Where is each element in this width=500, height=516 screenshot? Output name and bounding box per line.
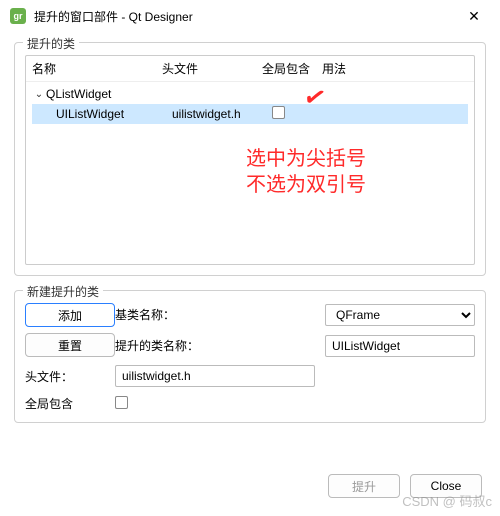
tree-parent-name: QListWidget	[46, 87, 162, 101]
app-icon	[10, 8, 26, 24]
global-include-checkbox[interactable]	[115, 396, 128, 409]
promoted-class-input[interactable]	[325, 335, 475, 357]
tree-row-child[interactable]: UIListWidget uilistwidget.h	[32, 104, 468, 124]
col-usage[interactable]: 用法	[322, 60, 468, 77]
label-global-include: 全局包含	[25, 395, 105, 412]
watermark: CSDN @ 码叔c	[402, 491, 492, 510]
promote-button: 提升	[328, 474, 400, 498]
promoted-classes-group: 提升的类 名称 头文件 全局包含 用法 ⌄ QListWidget UIList…	[14, 42, 486, 276]
tree-child-header: uilistwidget.h	[172, 107, 272, 121]
header-file-input[interactable]	[115, 365, 315, 387]
reset-button[interactable]: 重置	[25, 333, 115, 357]
label-promoted-class: 提升的类名称：	[115, 337, 315, 354]
tree-row-parent[interactable]: ⌄ QListWidget	[32, 84, 468, 104]
group-title-new: 新建提升的类	[23, 283, 103, 300]
col-global[interactable]: 全局包含	[262, 60, 322, 77]
label-base-class: 基类名称：	[115, 306, 315, 323]
tree-global-checkbox[interactable]	[272, 106, 285, 119]
add-button[interactable]: 添加	[25, 303, 115, 327]
group-title: 提升的类	[23, 35, 79, 52]
base-class-select[interactable]: QFrame	[325, 304, 475, 326]
annotation-text: 选中为尖括号 不选为双引号	[246, 146, 366, 198]
col-header[interactable]: 头文件	[162, 60, 262, 77]
close-icon[interactable]: ✕	[458, 0, 490, 32]
promoted-classes-tree[interactable]: 名称 头文件 全局包含 用法 ⌄ QListWidget UIListWidge…	[25, 55, 475, 265]
window-title: 提升的窗口部件 - Qt Designer	[34, 8, 458, 25]
chevron-down-icon[interactable]: ⌄	[32, 89, 46, 100]
label-header-file: 头文件：	[25, 368, 105, 385]
col-name[interactable]: 名称	[32, 60, 162, 77]
tree-child-name: UIListWidget	[56, 107, 172, 121]
new-promoted-class-group: 新建提升的类 基类名称： QFrame 添加 重置 提升的类名称： 头文件： 全…	[14, 290, 486, 423]
